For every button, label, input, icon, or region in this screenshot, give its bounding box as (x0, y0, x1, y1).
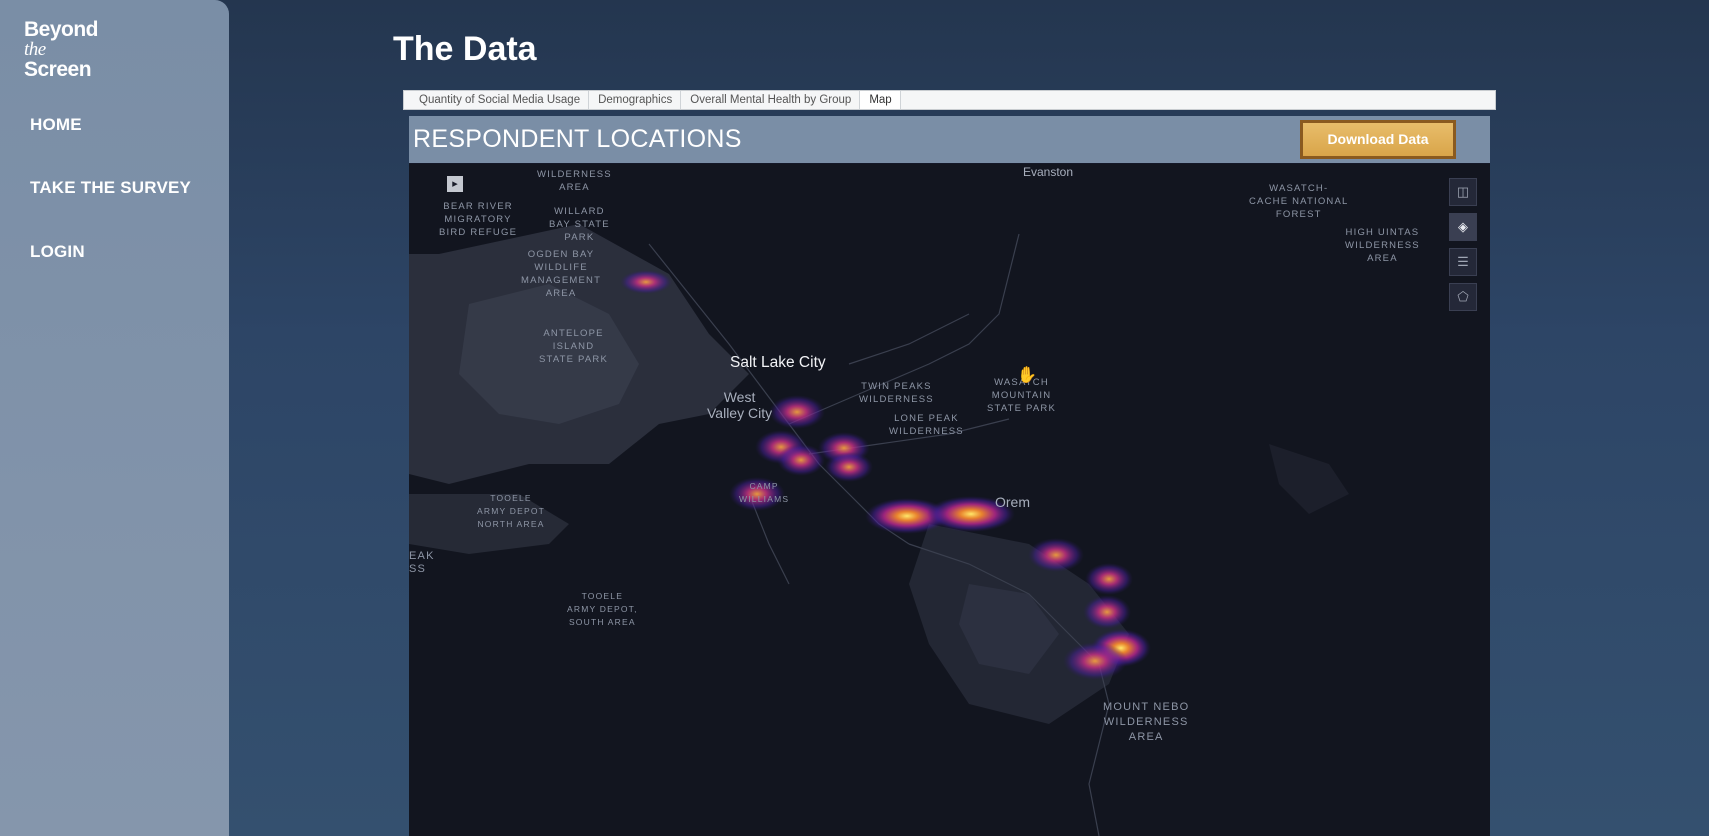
label-text: WASATCH- CACHE NATIONAL FOREST (1249, 183, 1349, 220)
map-label-salt-lake-city: Salt Lake City (730, 354, 826, 371)
logo-line-2: the (24, 39, 46, 60)
map-label-wilderness-area: WILDERNESS AREA (537, 168, 612, 194)
globe-icon[interactable]: ◈ (1449, 213, 1477, 241)
site-logo[interactable]: Beyond the Screen (24, 18, 99, 81)
map-label-west-valley-city: West Valley City (707, 389, 772, 421)
label-text: CAMP WILLIAMS (739, 481, 790, 504)
tab-map[interactable]: Map (860, 91, 901, 109)
label-text: OGDEN BAY WILDLIFE MANAGEMENT AREA (521, 249, 602, 299)
label-text: HIGH UINTAS WILDERNESS AREA (1345, 227, 1420, 264)
tab-demographics[interactable]: Demographics (589, 91, 682, 109)
sidebar: Beyond the Screen HOME TAKE THE SURVEY L… (0, 0, 229, 836)
map-label-camp-williams: CAMP WILLIAMS (739, 480, 789, 506)
tab-overall-mental-health-by-group[interactable]: Overall Mental Health by Group (681, 91, 861, 109)
dashboard-panel: RESPONDENT LOCATIONS Download Data ▸ WIL… (409, 116, 1490, 836)
map-label-tooele-south: TOOELE ARMY DEPOT, SOUTH AREA (567, 590, 638, 629)
label-text: EAK SS (409, 550, 435, 575)
map-label-bear-river: BEAR RIVER MIGRATORY BIRD REFUGE (439, 200, 517, 239)
dashboard-tab-bar: Quantity of Social Media Usage Demograph… (403, 90, 1496, 110)
polygon-select-icon[interactable]: ⬠ (1449, 283, 1477, 311)
hand-cursor-icon: ✋ (1017, 367, 1037, 384)
map-label-orem: Orem (995, 494, 1030, 510)
map-label-ogden-bay: OGDEN BAY WILDLIFE MANAGEMENT AREA (521, 248, 601, 300)
logo-line-1: Beyond (24, 18, 99, 41)
label-text: West Valley City (707, 389, 773, 421)
label-text: BEAR RIVER MIGRATORY BIRD REFUGE (439, 201, 518, 238)
logo-line-3: Screen (24, 58, 92, 81)
expand-icon[interactable]: ▸ (447, 176, 463, 192)
map-label-mount-nebo: MOUNT NEBO WILDERNESS AREA (1103, 700, 1189, 745)
map-label-antelope-island: ANTELOPE ISLAND STATE PARK (539, 327, 608, 366)
nav-home[interactable]: HOME (30, 115, 82, 135)
label-text: LONE PEAK WILDERNESS (889, 413, 964, 437)
dashboard-header: RESPONDENT LOCATIONS Download Data (409, 116, 1490, 163)
tab-quantity-of-social-media-usage[interactable]: Quantity of Social Media Usage (410, 91, 590, 109)
label-text: MOUNT NEBO WILDERNESS AREA (1103, 701, 1190, 743)
map-label-tooele-north: TOOELE ARMY DEPOT NORTH AREA (477, 492, 545, 531)
label-text: WILLARD BAY STATE PARK (549, 206, 610, 243)
dashboard-title: RESPONDENT LOCATIONS (413, 125, 742, 153)
map-label-peak-edge: EAK SS (409, 550, 435, 576)
roads-layer (648, 233, 1110, 836)
label-text: WILDERNESS AREA (537, 169, 612, 193)
map-label-evanston: Evanston (1023, 165, 1074, 179)
label-text: TOOELE ARMY DEPOT NORTH AREA (477, 493, 546, 529)
map-label-wasatch-cache: WASATCH- CACHE NATIONAL FOREST (1249, 182, 1349, 221)
map-label-twin-peaks: TWIN PEAKS WILDERNESS (859, 380, 934, 406)
label-text: TWIN PEAKS WILDERNESS (859, 381, 934, 405)
map-label-willard-bay: WILLARD BAY STATE PARK (549, 205, 610, 244)
map-label-lone-peak: LONE PEAK WILDERNESS (889, 412, 964, 438)
nav-take-the-survey[interactable]: TAKE THE SURVEY (30, 178, 191, 198)
download-data-button[interactable]: Download Data (1300, 120, 1456, 159)
nav-login[interactable]: LOGIN (30, 242, 85, 262)
label-text: TOOELE ARMY DEPOT, SOUTH AREA (567, 591, 638, 627)
columns-icon[interactable]: ◫ (1449, 178, 1477, 206)
page-title: The Data (393, 30, 537, 68)
label-text: ANTELOPE ISLAND STATE PARK (539, 328, 609, 365)
respondent-map[interactable]: ▸ WILDERNESS AREA Evanston BEAR RIVER MI… (409, 164, 1490, 836)
list-icon[interactable]: ☰ (1449, 248, 1477, 276)
map-label-high-uintas: HIGH UINTAS WILDERNESS AREA (1345, 226, 1420, 265)
